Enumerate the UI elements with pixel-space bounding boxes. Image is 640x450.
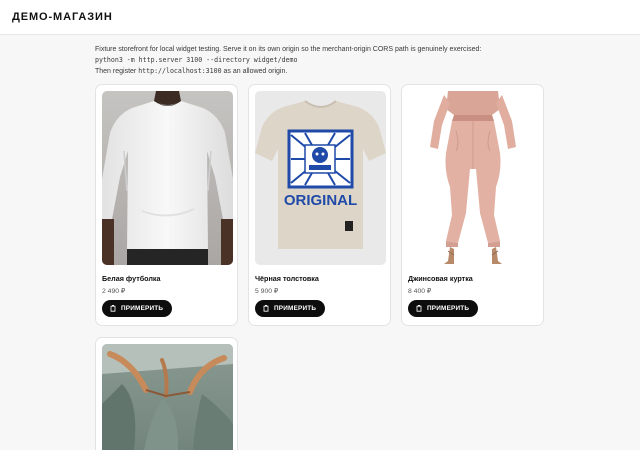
product-image-print-tshirt[interactable]: ORIGINAL: [255, 91, 386, 265]
product-price: 5 900 ₽: [255, 288, 279, 295]
product-name[interactable]: Джинсовая куртка: [408, 274, 473, 283]
site-header: ДЕМО-МАГАЗИН: [0, 0, 640, 35]
hanger-icon: [263, 305, 269, 312]
hanger-icon: [416, 305, 422, 312]
try-on-button[interactable]: ПРИМЕРИТЬ: [102, 300, 173, 317]
product-card[interactable]: ORIGINAL Чёрная толстовка 5 900 ₽ ПРИМЕР…: [248, 84, 391, 326]
store-logo[interactable]: ДЕМО-МАГАЗИН: [12, 11, 113, 23]
product-name[interactable]: Чёрная толстовка: [255, 274, 319, 283]
product-card[interactable]: [95, 337, 238, 450]
try-on-button[interactable]: ПРИМЕРИТЬ: [408, 300, 479, 317]
intro-text: Fixture storefront for local widget test…: [95, 44, 615, 77]
product-card[interactable]: Джинсовая куртка 8 400 ₽ ПРИМЕРИТЬ: [401, 84, 544, 326]
product-image-pink-jumpsuit[interactable]: [408, 91, 539, 265]
intro-line-3: Then register http://localhost:3100 as a…: [95, 67, 288, 75]
product-price: 8 400 ₽: [408, 288, 432, 295]
hanger-icon: [110, 305, 116, 312]
print-text: ORIGINAL: [284, 192, 357, 209]
product-name[interactable]: Белая футболка: [102, 274, 161, 283]
try-on-label: ПРИМЕРИТЬ: [121, 305, 164, 312]
intro-line-1: Fixture storefront for local widget test…: [95, 46, 482, 53]
try-on-label: ПРИМЕРИТЬ: [427, 305, 470, 312]
try-on-label: ПРИМЕРИТЬ: [274, 305, 317, 312]
product-price: 2 490 ₽: [102, 288, 126, 295]
product-image-white-tshirt[interactable]: [102, 91, 233, 265]
intro-command: python3 -m http.server 3100 --directory …: [95, 56, 298, 64]
product-card[interactable]: Белая футболка 2 490 ₽ ПРИМЕРИТЬ: [95, 84, 238, 326]
try-on-button[interactable]: ПРИМЕРИТЬ: [255, 300, 326, 317]
product-image-hangers[interactable]: [102, 344, 233, 450]
